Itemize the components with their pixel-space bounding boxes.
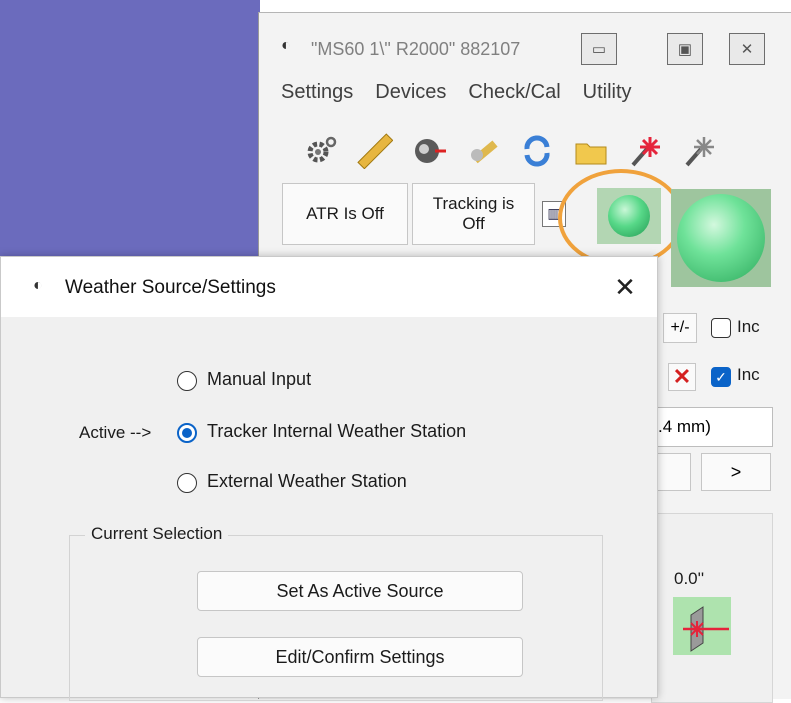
dialog-close-button[interactable]: ✕ [605,269,645,305]
weather-dialog: ◐ Weather Source/Settings ✕ Manual Input… [0,256,658,701]
main-window-title: "MS60 1\" R2000" 882107 [311,39,521,59]
menu-check-cal[interactable]: Check/Cal [468,81,560,104]
toolbar [301,131,719,171]
inc-label-2: Inc [737,365,760,384]
gear-icon[interactable] [301,131,341,171]
radio-manual-input[interactable] [177,371,197,391]
radio-external-weather[interactable] [177,473,197,493]
app-logo-icon: ◐ [281,37,291,54]
active-marker: Active --> [79,423,152,442]
minimize-button[interactable]: ▭ [581,33,617,65]
set-active-source-button[interactable]: Set As Active Source [197,571,523,611]
tracker-status-ball-icon [671,189,771,287]
maximize-button[interactable]: ▣ [667,33,703,65]
menu-devices[interactable]: Devices [375,81,446,104]
refresh-icon[interactable] [517,131,557,171]
desktop-background [0,0,260,280]
inc-label-1: Inc [737,317,760,336]
menu-settings[interactable]: Settings [281,81,353,104]
laser-target-icon [673,597,731,655]
plus-minus-button[interactable]: +/- [663,313,697,343]
edit-confirm-settings-button[interactable]: Edit/Confirm Settings [197,637,523,677]
label-internal-weather[interactable]: Tracker Internal Weather Station [207,421,466,442]
radio-internal-weather[interactable] [177,423,197,443]
inc-checkbox-2[interactable]: ✓ [711,367,731,387]
tracking-button-line1: Tracking is [432,194,515,213]
measurement-field[interactable]: .4 mm) [651,407,773,447]
ruler-icon[interactable] [355,131,395,171]
dialog-title: Weather Source/Settings [65,277,276,298]
angle-value: 0.0'' [674,569,705,588]
highlight-ring [558,169,684,267]
probe-icon[interactable] [463,131,503,171]
tracking-button-line2: Off [462,214,485,233]
folder-icon[interactable] [571,131,611,171]
main-title-bar: ◐ "MS60 1\" R2000" 882107 ▭ ▣ ✕ [259,13,791,73]
laser-white-icon[interactable] [679,131,719,171]
current-selection-label: Current Selection [85,524,229,544]
window-close-button[interactable]: ✕ [729,33,765,65]
dialog-title-bar: ◐ Weather Source/Settings ✕ [1,257,657,317]
atr-button[interactable]: ATR Is Off [282,183,408,245]
tracking-button[interactable]: Tracking is Off [412,183,535,245]
menu-bar: Settings Devices Check/Cal Utility [281,81,632,104]
tracker-head-icon[interactable] [409,131,449,171]
delete-x-icon[interactable]: ✕ [668,363,696,391]
menu-utility[interactable]: Utility [583,81,632,104]
label-external-weather[interactable]: External Weather Station [207,471,407,492]
label-manual-input[interactable]: Manual Input [207,369,311,390]
inc-checkbox-1[interactable] [711,318,731,338]
next-button[interactable]: > [701,453,771,491]
app-logo-icon: ◐ [33,277,43,294]
laser-red-icon[interactable] [625,131,665,171]
